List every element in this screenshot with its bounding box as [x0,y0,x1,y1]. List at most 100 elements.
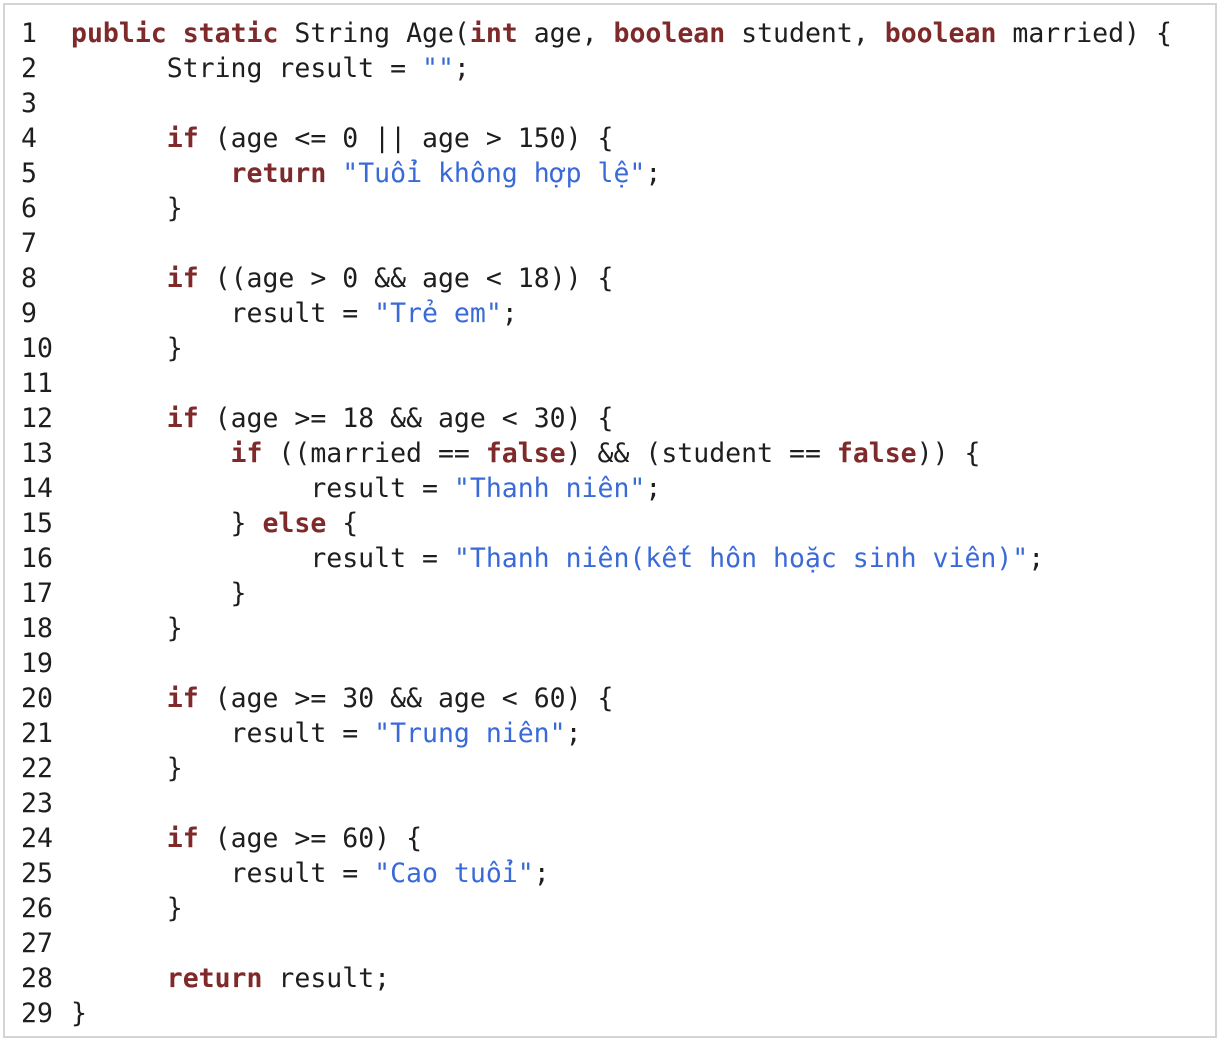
code-panel: 1 public static String Age(int age, boole… [3,3,1217,1038]
code-token: ; [645,158,662,189]
code-token: married) { [996,18,1172,49]
code-text: } else { [71,506,359,541]
code-token: } [71,333,183,364]
code-text: } [71,891,183,926]
code-token: ((age > 0 && age < 18)) { [198,263,614,294]
code-text: result = "Trẻ em"; [71,296,518,331]
line-number: 27 [21,928,53,959]
code-text: if (age >= 18 && age < 30) { [71,401,614,436]
code-line: 3 [21,86,1172,121]
line-number: 12 [21,403,53,434]
code-text: if ((age > 0 && age < 18)) { [71,261,614,296]
code-text: } [71,576,247,611]
keyword-token: if [230,438,263,469]
code-text: } [71,331,183,366]
code-line: 5 return "Tuổi không hợp lệ"; [21,156,1172,191]
code-token: { [326,508,359,539]
keyword-token: int [469,18,518,49]
code-token: )) { [916,438,981,469]
code-token: ; [453,53,470,84]
code-text: } [71,191,183,226]
keyword-token: false [485,438,566,469]
code-token: ; [533,858,550,889]
code-line: 10 } [21,331,1172,366]
code-token: } [71,578,247,609]
keyword-token: else [262,508,327,539]
keyword-token: return [166,963,263,994]
code-text: if (age >= 60) { [71,821,422,856]
code-text: } [71,611,183,646]
code-line: 24 if (age >= 60) { [21,821,1172,856]
line-number: 4 [21,123,37,154]
keyword-token: if [166,263,199,294]
code-text: String result = ""; [71,51,470,86]
code-line: 9 result = "Trẻ em"; [21,296,1172,331]
code-listing[interactable]: 1 public static String Age(int age, boole… [21,16,1172,1031]
code-text: if (age <= 0 || age > 150) { [71,121,614,156]
keyword-token: false [836,438,917,469]
code-token: student, [725,18,885,49]
code-text: } [71,996,87,1031]
code-text: result = "Cao tuổi"; [71,856,550,891]
code-line: 20 if (age >= 30 && age < 60) { [21,681,1172,716]
code-token: ; [1028,543,1045,574]
code-text: result = "Thanh niên"; [71,471,661,506]
line-number: 5 [21,158,37,189]
code-line: 12 if (age >= 18 && age < 30) { [21,401,1172,436]
code-line: 4 if (age <= 0 || age > 150) { [21,121,1172,156]
line-number: 10 [21,333,53,364]
keyword-token: static [182,18,279,49]
line-number: 25 [21,858,53,889]
code-line: 8 if ((age > 0 && age < 18)) { [21,261,1172,296]
line-number: 17 [21,578,53,609]
code-token: (age >= 30 && age < 60) { [198,683,614,714]
line-number: 8 [21,263,37,294]
line-number: 11 [21,368,53,399]
line-number: 24 [21,823,53,854]
code-token: String Age( [278,18,470,49]
code-line: 6 } [21,191,1172,226]
line-number: 15 [21,508,53,539]
line-number: 7 [21,228,37,259]
keyword-token: if [166,123,199,154]
code-token: result; [262,963,391,994]
line-number: 29 [21,998,53,1029]
code-line: 2 String result = ""; [21,51,1172,86]
code-line: 29} [21,996,1172,1031]
code-token: result = [71,473,454,504]
string-literal: "Thanh niên(kết hôn hoặc sinh viên)" [453,543,1029,574]
code-token: ((married == [262,438,486,469]
code-text: return result; [71,961,390,996]
code-line: 1 public static String Age(int age, boole… [21,16,1172,51]
code-token: String result = [71,53,422,84]
code-line: 26 } [21,891,1172,926]
keyword-token: boolean [884,18,997,49]
code-text: result = "Trung niên"; [71,716,582,751]
string-literal: "Cao tuổi" [374,858,534,889]
line-number: 9 [21,298,37,329]
code-text: result = "Thanh niên(kết hôn hoặc sinh v… [71,541,1044,576]
code-token: result = [71,718,375,749]
code-token: } [71,998,87,1029]
code-text: } [71,751,183,786]
code-text: if ((married == false) && (student == fa… [71,436,981,471]
string-literal: "" [422,53,454,84]
code-token: result = [71,543,454,574]
code-token: } [71,893,183,924]
line-number: 20 [21,683,53,714]
line-number: 22 [21,753,53,784]
code-line: 27 [21,926,1172,961]
keyword-token: if [166,403,199,434]
keyword-token: return [230,158,327,189]
string-literal: "Tuổi không hợp lệ" [342,158,646,189]
code-line: 13 if ((married == false) && (student ==… [21,436,1172,471]
code-token: (age <= 0 || age > 150) { [198,123,614,154]
string-literal: "Trẻ em" [374,298,502,329]
